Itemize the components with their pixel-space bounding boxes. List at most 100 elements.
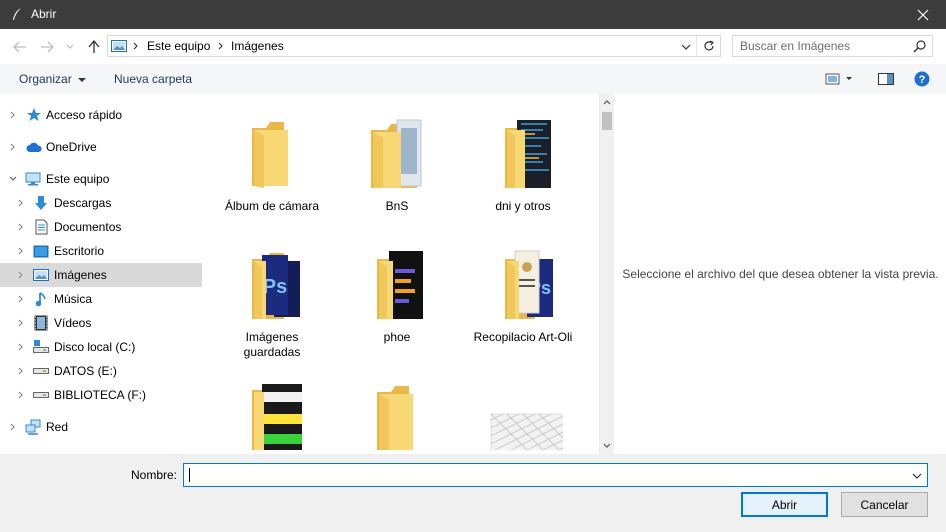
expand-chevron-icon[interactable] xyxy=(16,366,26,376)
open-button[interactable]: Abrir xyxy=(741,492,828,517)
preview-pane: Seleccione el archivo del que desea obte… xyxy=(613,94,946,454)
expand-chevron-icon[interactable] xyxy=(16,294,26,304)
recent-locations-button[interactable] xyxy=(63,37,77,57)
sidebar-item-datos-e[interactable]: DATOS (E:) xyxy=(0,360,202,382)
organize-menu[interactable]: Organizar xyxy=(19,72,86,86)
feather-app-icon xyxy=(13,8,21,20)
file-name: phoe xyxy=(383,330,411,344)
chevron-down-icon xyxy=(66,44,74,49)
new-folder-button[interactable]: Nueva carpeta xyxy=(114,72,192,86)
svg-text:?: ? xyxy=(919,74,926,86)
search-input[interactable] xyxy=(733,36,908,56)
scroll-down-button[interactable] xyxy=(600,440,614,452)
arrow-right-icon xyxy=(41,41,54,53)
svg-text:Ps: Ps xyxy=(263,276,287,298)
sidebar-item-onedrive[interactable]: OneDrive xyxy=(0,136,202,158)
sidebar-item-escritorio[interactable]: Escritorio xyxy=(0,240,202,262)
up-button[interactable] xyxy=(84,37,104,57)
address-bar[interactable]: Este equipo Imágenes xyxy=(107,35,721,57)
sidebar-item-descargas[interactable]: Descargas xyxy=(0,192,202,214)
file-item-recopilacio-art-oli[interactable]: Ps Recopilacio Art-Oli xyxy=(468,225,578,350)
footer-panel: Nombre: Abrir Cancelar xyxy=(0,454,946,532)
chevron-down-icon xyxy=(912,473,922,479)
sidebar-item-label: Escritorio xyxy=(54,244,105,258)
chevron-down-icon xyxy=(603,443,611,448)
sidebar-item-label: Red xyxy=(46,420,69,434)
sidebar-item-acceso-rapido[interactable]: Acceso rápido xyxy=(0,104,202,126)
expand-chevron-icon[interactable] xyxy=(16,342,26,352)
folder-icon xyxy=(377,386,413,450)
sidebar-item-musica[interactable]: Música xyxy=(0,288,202,310)
file-item-dni-y-otros[interactable]: dni y otros xyxy=(468,94,578,219)
back-button[interactable] xyxy=(10,37,30,57)
drive-icon xyxy=(33,387,49,403)
file-name-input[interactable] xyxy=(184,464,904,486)
folder-icon xyxy=(371,119,422,188)
refresh-icon xyxy=(703,40,714,51)
close-button[interactable] xyxy=(900,0,946,29)
scroll-up-button[interactable] xyxy=(600,96,614,108)
pictures-icon xyxy=(111,40,127,52)
expand-chevron-icon[interactable] xyxy=(16,246,26,256)
text-cursor xyxy=(189,468,190,482)
arrow-left-icon xyxy=(13,41,26,53)
sidebar-item-disco-local-c[interactable]: Disco local (C:) xyxy=(0,336,202,358)
file-item-imagenes-guardadas[interactable]: Ps Imágenes guardadas xyxy=(217,225,327,359)
file-name: Recopilacio Art-Oli xyxy=(473,330,573,344)
expand-chevron-icon[interactable] xyxy=(8,422,18,432)
file-item-album-de-camara[interactable]: Álbum de cámara xyxy=(217,94,327,219)
collapse-chevron-icon[interactable] xyxy=(8,174,18,184)
sidebar-item-biblioteca-f[interactable]: BIBLIOTECA (F:) xyxy=(0,384,202,406)
sidebar-item-label: DATOS (E:) xyxy=(54,364,117,378)
preview-message: Seleccione el archivo del que desea obte… xyxy=(622,267,939,281)
pictures-icon xyxy=(33,267,49,283)
forward-button[interactable] xyxy=(37,37,57,57)
file-item-bns[interactable]: BnS xyxy=(342,94,452,219)
video-icon xyxy=(33,315,49,331)
preview-pane-button[interactable] xyxy=(877,71,895,87)
file-name-dropdown-button[interactable] xyxy=(909,468,925,484)
help-button[interactable]: ? xyxy=(913,70,931,88)
expand-chevron-icon[interactable] xyxy=(16,270,26,280)
chevron-up-icon xyxy=(603,100,611,105)
sidebar-item-videos[interactable]: Vídeos xyxy=(0,312,202,334)
file-item-phoe[interactable]: phoe xyxy=(342,225,452,350)
breadcrumb-este-equipo[interactable]: Este equipo xyxy=(147,39,210,53)
command-bar: Organizar Nueva carpeta ? xyxy=(0,64,946,94)
file-item[interactable] xyxy=(342,356,452,454)
expand-chevron-icon[interactable] xyxy=(8,142,18,152)
cancel-button[interactable]: Cancelar xyxy=(841,492,928,517)
file-item[interactable] xyxy=(217,356,327,454)
expand-chevron-icon[interactable] xyxy=(16,318,26,328)
sidebar-item-label: Vídeos xyxy=(54,316,92,330)
expand-chevron-icon[interactable] xyxy=(16,222,26,232)
folder-icon: Ps xyxy=(252,253,300,319)
sidebar-item-red[interactable]: Red xyxy=(0,416,202,438)
file-list: Álbum de cámara BnS dni y otros Ps Imáge… xyxy=(204,94,599,454)
chevron-down-icon xyxy=(681,44,691,50)
address-dropdown-button[interactable] xyxy=(678,39,694,55)
chevron-right-icon xyxy=(133,42,138,50)
organize-label: Organizar xyxy=(19,72,72,86)
network-icon xyxy=(25,419,41,435)
search-box xyxy=(732,35,933,57)
sidebar-item-imagenes[interactable]: Imágenes xyxy=(0,263,202,287)
folder-icon xyxy=(252,122,288,188)
refresh-button[interactable] xyxy=(696,36,720,56)
breadcrumb-imagenes[interactable]: Imágenes xyxy=(231,39,284,53)
drive-icon xyxy=(33,363,49,379)
navigation-pane: Acceso rápido OneDrive Este equipo Desca… xyxy=(0,94,204,454)
file-item[interactable] xyxy=(468,356,578,454)
sidebar-item-este-equipo[interactable]: Este equipo xyxy=(0,168,202,190)
expand-chevron-icon[interactable] xyxy=(16,198,26,208)
sidebar-item-documentos[interactable]: Documentos xyxy=(0,216,202,238)
sidebar-item-label: Acceso rápido xyxy=(46,108,123,122)
expand-chevron-icon[interactable] xyxy=(8,110,18,120)
scrollbar-thumb[interactable] xyxy=(602,112,612,130)
expand-chevron-icon[interactable] xyxy=(16,390,26,400)
sidebar-item-label: Imágenes xyxy=(54,268,107,282)
desktop-icon xyxy=(33,243,49,259)
file-name: BnS xyxy=(385,199,409,213)
vertical-scrollbar[interactable] xyxy=(599,94,613,454)
change-view-button[interactable] xyxy=(823,71,855,87)
